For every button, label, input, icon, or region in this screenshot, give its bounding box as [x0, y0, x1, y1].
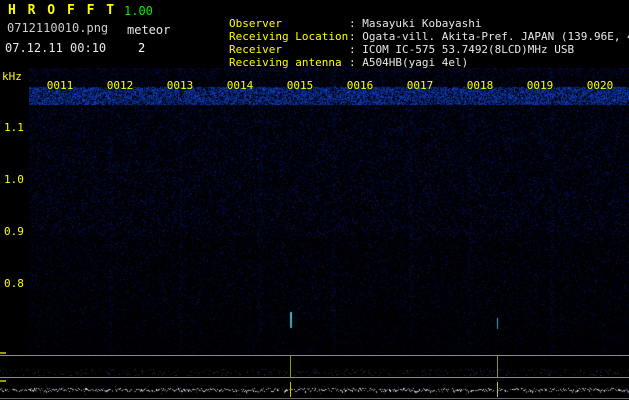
app-title: H R O F F T [8, 3, 117, 18]
x-tick-0015: 0015 [286, 79, 314, 92]
signal-level-panel [0, 355, 629, 378]
hrofft-spectrogram-screen: H R O F F T 1.00 0712110010.png meteor 0… [0, 0, 629, 400]
location-label: Receiving Location [228, 30, 349, 43]
scale-tick [0, 380, 6, 382]
noise-trace-canvas [0, 381, 629, 398]
x-tick-0011: 0011 [46, 79, 74, 92]
info-row-observer: Observer : Masayuki Kobayashi [176, 4, 629, 30]
x-tick-0018: 0018 [466, 79, 494, 92]
spectrogram-panel: kHz 1.1 1.0 0.9 0.8 0011 0012 0013 0014 … [0, 68, 629, 355]
meteor-event-marker [497, 382, 498, 397]
x-tick-0017: 0017 [406, 79, 434, 92]
signal-level-canvas [0, 356, 629, 377]
y-axis-unit: kHz [2, 70, 22, 83]
echo-count: 2 [138, 41, 146, 55]
noise-level-panel [0, 381, 629, 399]
meteor-event-marker [290, 356, 291, 377]
meteor-event-marker [497, 356, 498, 377]
observer-label: Observer [228, 17, 282, 30]
y-tick-1.1: 1.1 [4, 121, 24, 134]
receiver-value: : ICOM IC-575 53.7492(8LCD)MHz USB [348, 43, 575, 56]
scale-tick [0, 352, 6, 354]
output-filename: 0712110010.png [7, 21, 109, 35]
observer-value: : Masayuki Kobayashi [348, 17, 482, 30]
x-tick-0014: 0014 [226, 79, 254, 92]
y-tick-0.9: 0.9 [4, 225, 24, 238]
mode-label: meteor [127, 23, 171, 37]
y-tick-0.8: 0.8 [4, 277, 24, 290]
x-tick-0016: 0016 [346, 79, 374, 92]
app-version: 1.00 [124, 4, 153, 18]
datetime-label: 07.12.11 00:10 [5, 41, 107, 55]
x-tick-0013: 0013 [166, 79, 194, 92]
station-info: Observer : Masayuki Kobayashi Receiving L… [176, 4, 629, 69]
x-tick-0019: 0019 [526, 79, 554, 92]
spectrogram-canvas [29, 68, 629, 355]
location-value: : Ogata-vill. Akita-Pref. JAPAN (139.96E… [348, 30, 629, 43]
meteor-event-marker [290, 382, 291, 397]
x-tick-0020: 0020 [586, 79, 614, 92]
receiver-label: Receiver [228, 43, 282, 56]
y-tick-1.0: 1.0 [4, 173, 24, 186]
x-tick-0012: 0012 [106, 79, 134, 92]
